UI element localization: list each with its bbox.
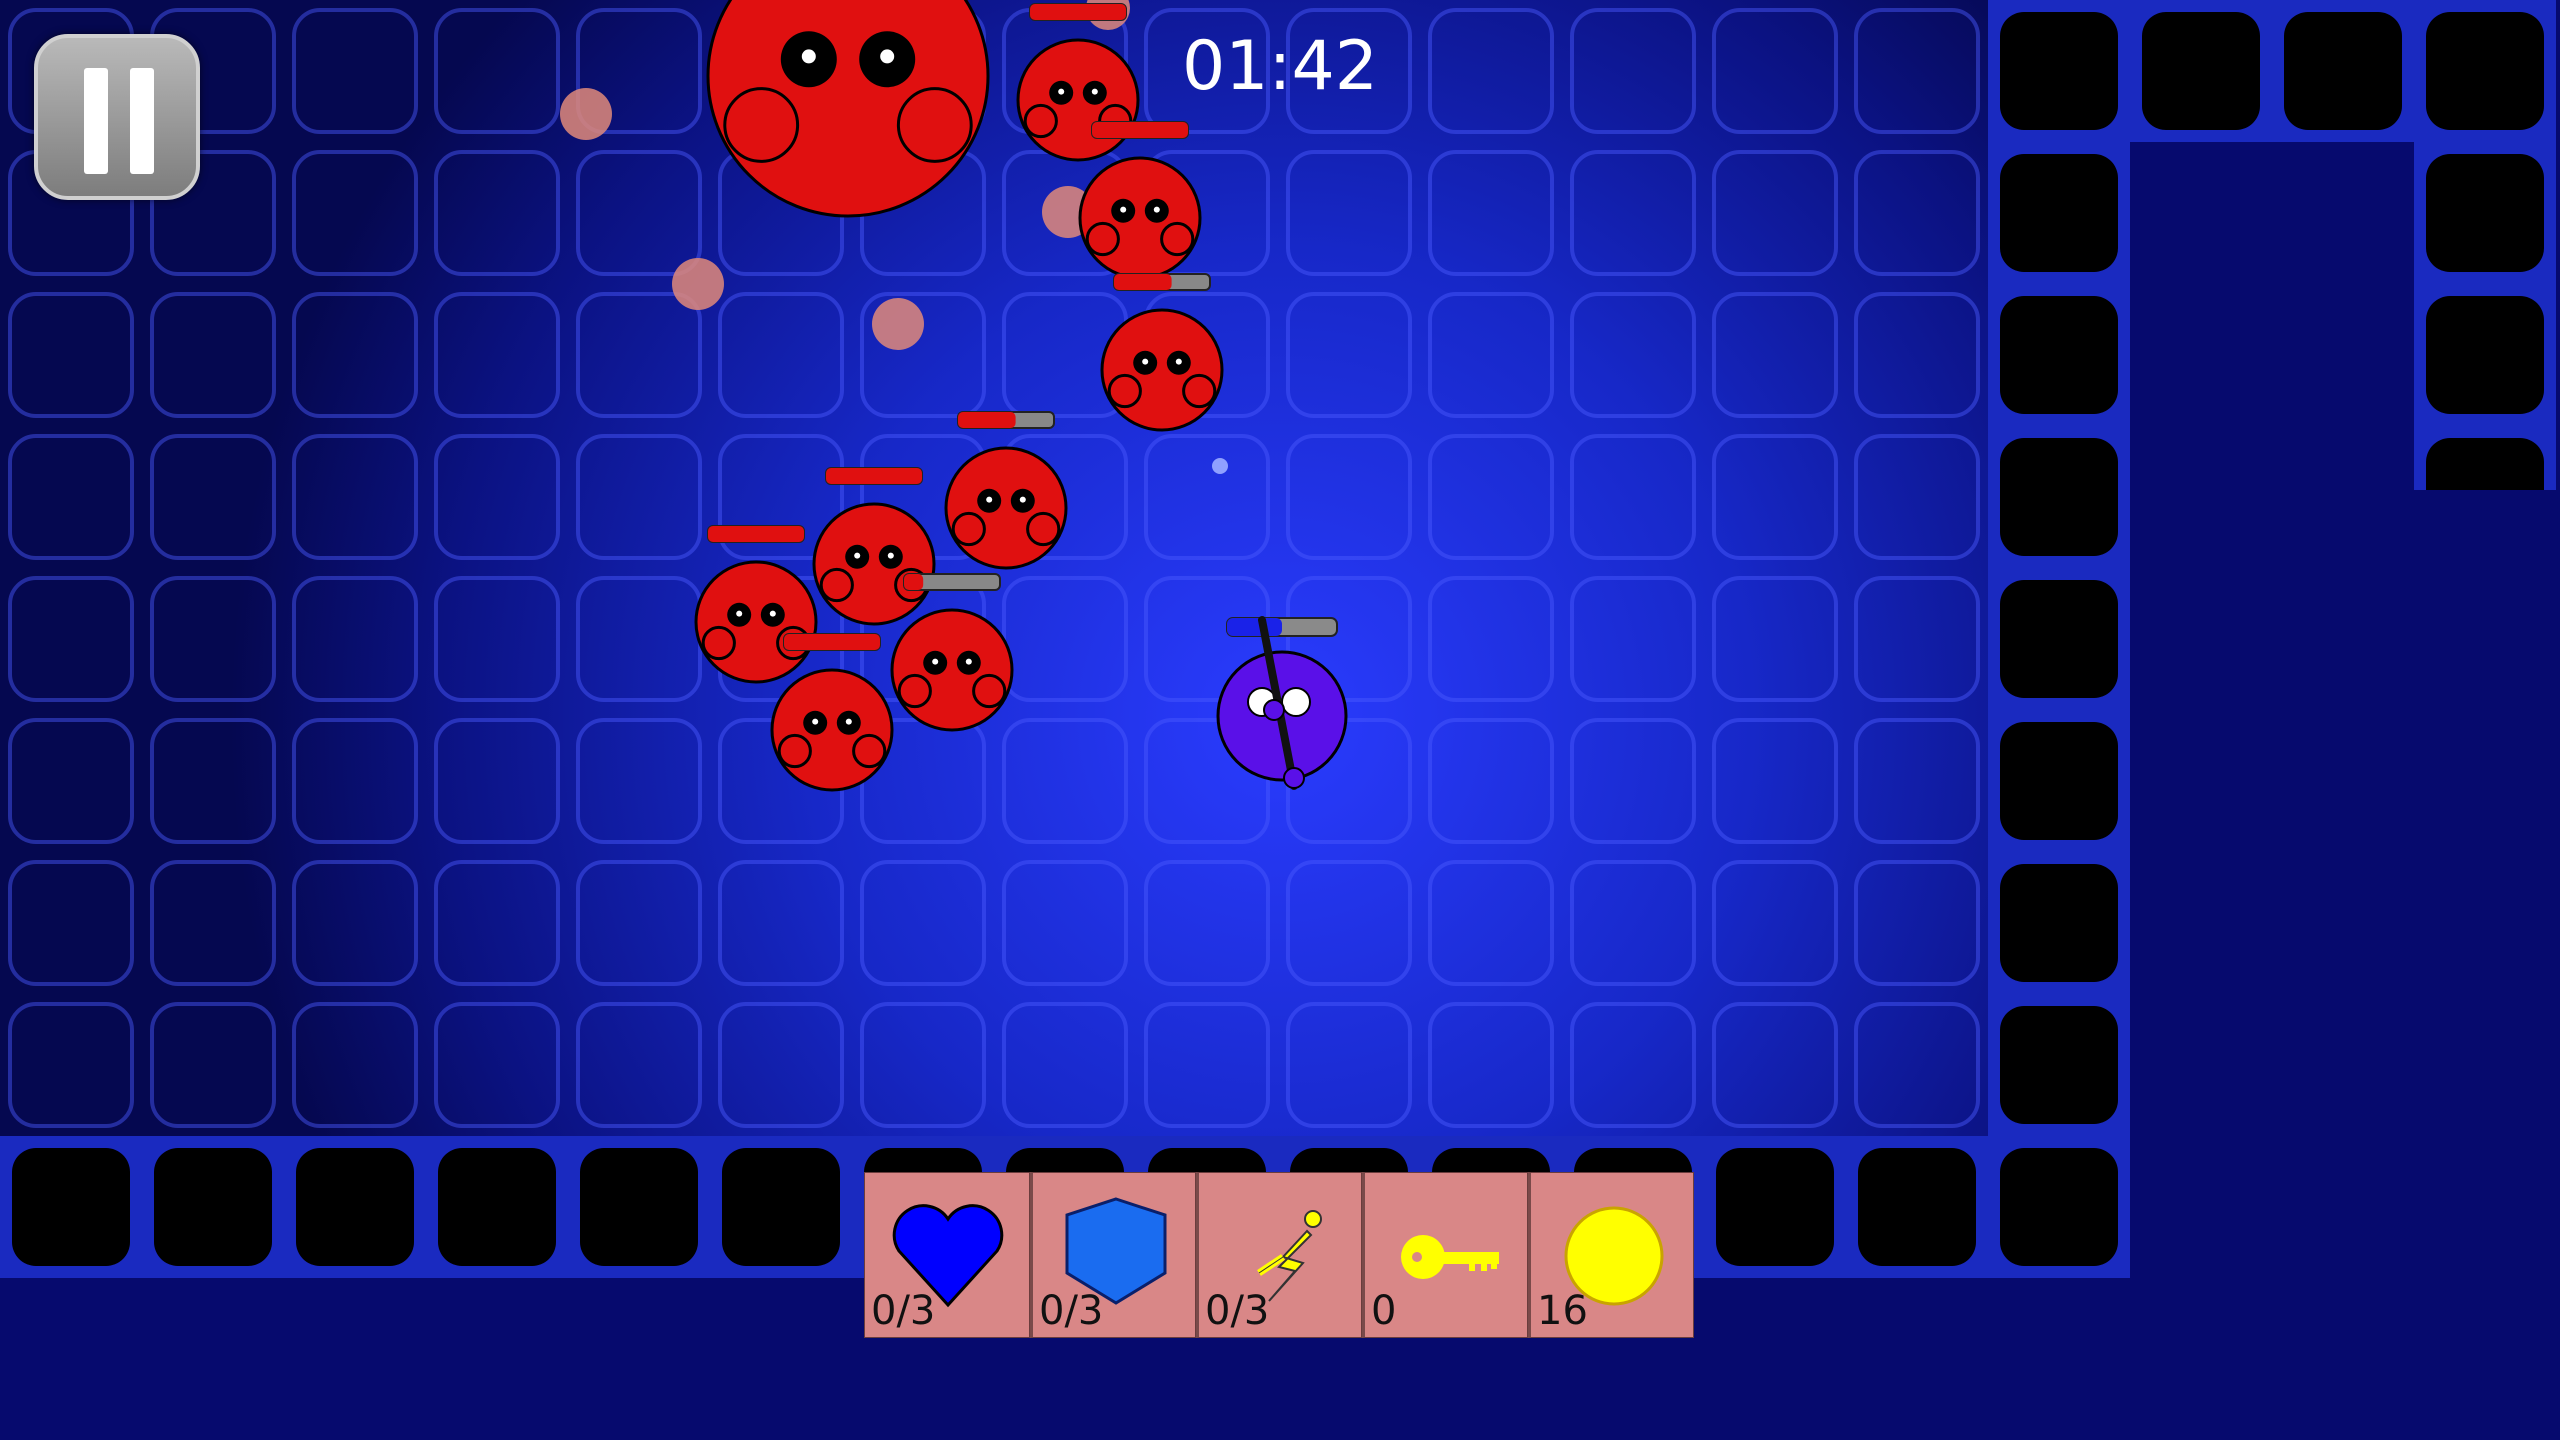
wall-tile [1716,1148,1834,1266]
enemy-health-fill [1114,274,1172,290]
wall-tile [2426,154,2544,272]
wall-tile [722,1148,840,1266]
player-eye [1281,687,1311,717]
enemy-health-fill [1030,4,1126,20]
shield-count: 0/3 [1039,1288,1104,1334]
wall-tile [2000,296,2118,414]
wall-tile [2284,12,2402,130]
pause-icon [84,68,108,174]
player-health-fill [1227,618,1282,636]
enemy-health-fill [904,574,924,590]
enemy-body [944,446,1068,570]
heart-slot: 0/3 [864,1172,1030,1338]
enemy-health-fill [784,634,880,650]
player-projectile [1212,458,1228,474]
enemy-body [812,502,936,626]
enemy-body [1100,308,1224,432]
wall-tile [438,1148,556,1266]
wall-tile [2142,12,2260,130]
wall-tile [2000,722,2118,840]
projectile [560,88,612,140]
enemy-health-fill [708,526,804,542]
player-hand [1283,767,1305,789]
heart-count: 0/3 [871,1288,936,1334]
wall-tile [580,1148,698,1266]
wall-tile [2000,580,2118,698]
wall-tile [1858,1148,1976,1266]
enemy-health-fill [826,468,922,484]
enemy-health-fill [958,412,1016,428]
enemy-body [694,560,818,684]
player-hand [1263,699,1285,721]
enemy-body [1078,156,1202,280]
wall-tile [2426,296,2544,414]
key-count: 0 [1371,1288,1397,1334]
wall-tile [2000,438,2118,556]
wall-tile [2000,154,2118,272]
void-area-edge [2410,490,2560,1210]
enemy-health-fill [1092,122,1188,138]
pause-icon-bar [130,68,154,174]
void-area [2130,208,2410,1208]
floor-tiles [0,0,2130,1136]
wall-tile [2000,864,2118,982]
pause-button[interactable] [34,34,200,200]
wall-tile [154,1148,272,1266]
projectile [872,298,924,350]
shield-slot: 0/3 [1030,1172,1196,1338]
wall-tile [2000,12,2118,130]
inventory-bar: 0/3 0/3 0/3 0 16 [864,1172,1694,1340]
enemy-body [770,668,894,792]
wall-tile [2426,12,2544,130]
wall-tile [2000,1148,2118,1266]
coin-slot: 16 [1528,1172,1694,1338]
key-slot: 0 [1362,1172,1528,1338]
game-timer: 01:42 [1182,27,1378,106]
wall-tile [12,1148,130,1266]
projectile [672,258,724,310]
coin-count: 16 [1537,1288,1588,1334]
speed-slot: 0/3 [1196,1172,1362,1338]
enemy-body [1016,38,1140,162]
wall-tile [296,1148,414,1266]
speed-count: 0/3 [1205,1288,1270,1334]
wall-tile [2000,1006,2118,1124]
enemy-body [890,608,1014,732]
